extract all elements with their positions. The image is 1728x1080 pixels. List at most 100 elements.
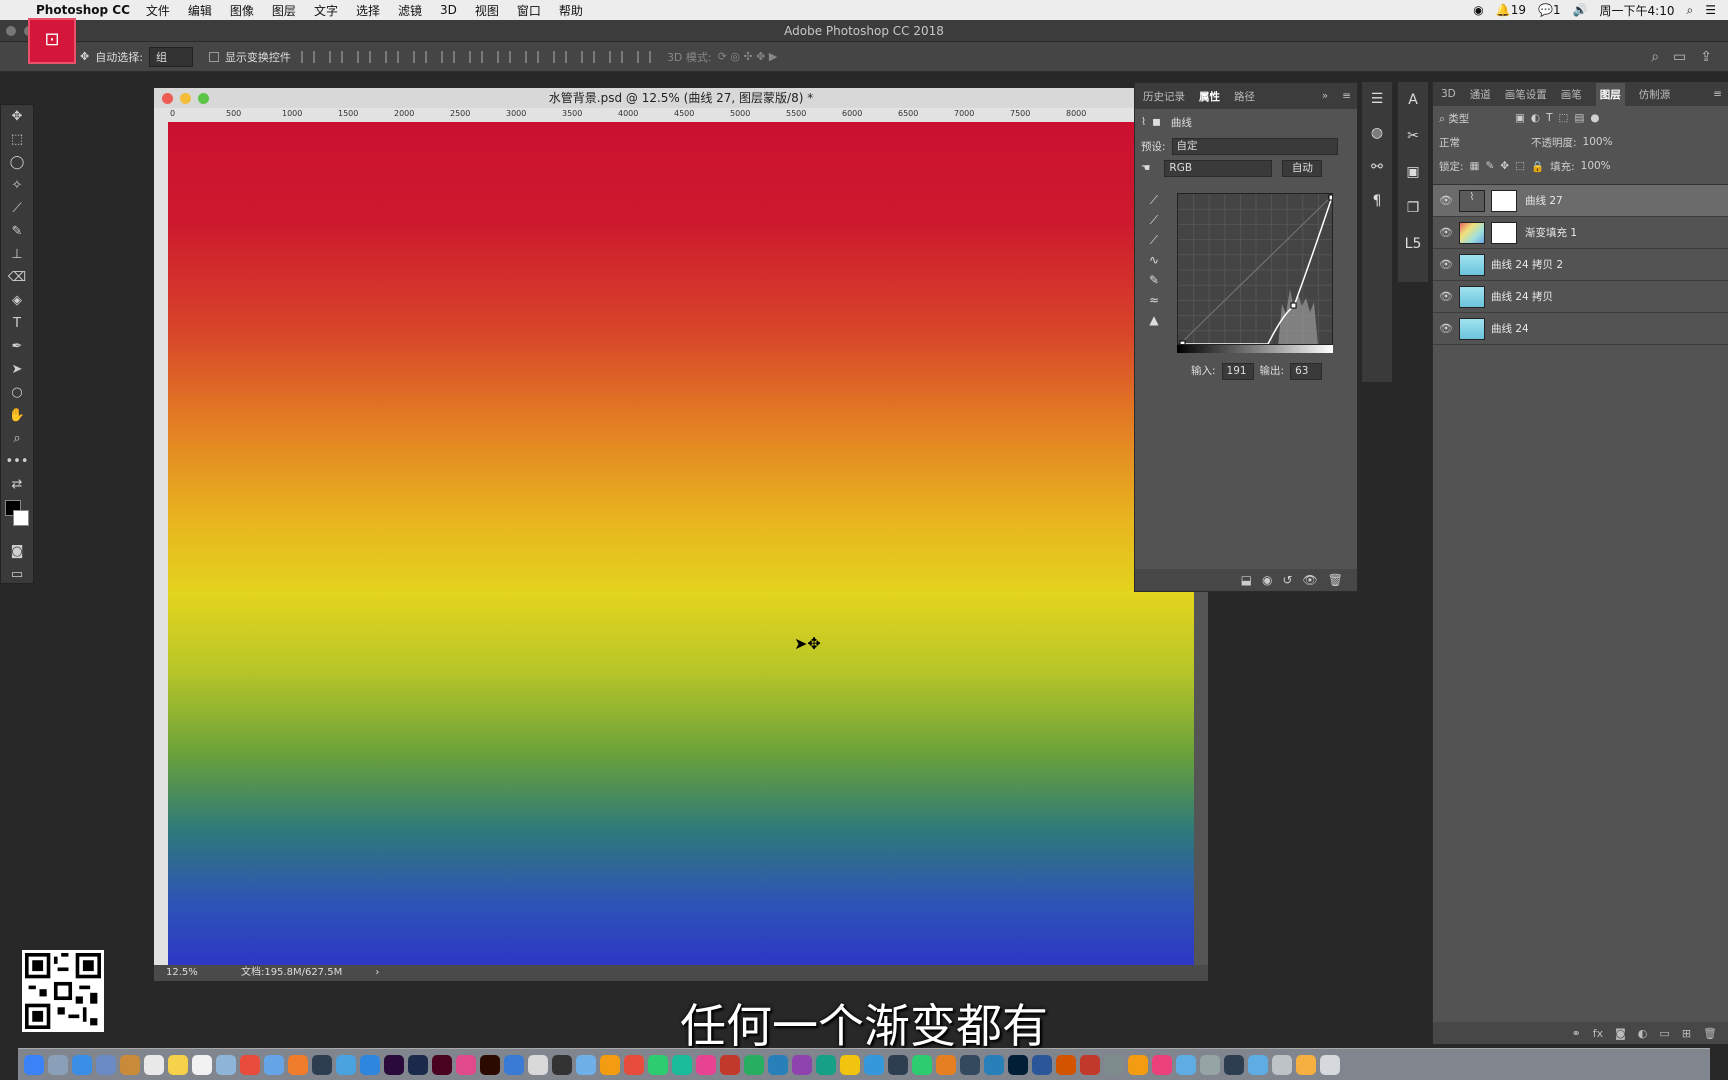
distribute-left-icon[interactable] [552, 50, 567, 63]
delete-icon[interactable]: 🗑 [1328, 573, 1343, 587]
clock[interactable]: 周一下午4:10 [1600, 2, 1675, 19]
photoshop-icon[interactable] [1008, 1054, 1028, 1075]
magic-wand-tool-icon[interactable]: ✧ [1, 174, 33, 197]
qq-penguin-icon[interactable] [576, 1054, 596, 1075]
search-icon[interactable]: ⌕ [1687, 3, 1694, 18]
curves-graph[interactable] [1177, 193, 1333, 345]
network-icon[interactable]: ⚯ [1362, 150, 1392, 184]
illustrator-icon[interactable] [480, 1054, 500, 1075]
align-top-icon[interactable] [300, 50, 315, 63]
stickies-icon[interactable] [168, 1054, 188, 1075]
wechat-app-icon[interactable] [648, 1054, 668, 1075]
collapse-icon[interactable]: » [1322, 90, 1328, 102]
applications-folder-icon[interactable] [1296, 1054, 1316, 1075]
filter-shape-icon[interactable]: ⬚ [1559, 112, 1569, 124]
distribute-right-icon[interactable] [608, 50, 623, 63]
tab-paths[interactable]: 路径 [1234, 89, 1255, 104]
documents-folder-icon[interactable] [1272, 1054, 1292, 1075]
magenta-app-icon[interactable] [696, 1054, 716, 1075]
mail-icon[interactable] [864, 1054, 884, 1075]
output-field[interactable]: 63 [1290, 363, 1323, 380]
eraser-tool-icon[interactable]: ⌫ [1, 266, 33, 289]
more-tools-icon[interactable]: ••• [1, 450, 33, 473]
finder-icon[interactable] [24, 1054, 44, 1075]
clip-to-layer-icon[interactable]: ⬓ [1241, 573, 1252, 587]
app-menu[interactable]: Photoshop CC [36, 3, 130, 17]
search-icon[interactable]: ⌕ [1651, 49, 1659, 65]
stamp-tool-icon[interactable]: ⊥ [1, 243, 33, 266]
document-canvas[interactable]: ➤✥ [168, 122, 1194, 965]
firefox-icon[interactable] [288, 1054, 308, 1075]
view-previous-icon[interactable]: ◉ [1262, 573, 1272, 587]
swap-colors-icon[interactable]: ⇄ [1, 473, 33, 496]
curves-adjust-icon[interactable]: ⌇ [1141, 116, 1146, 128]
tab-channels[interactable]: 通道 [1470, 87, 1491, 102]
green-app-icon[interactable] [744, 1054, 764, 1075]
blend-mode-dropdown[interactable]: 正常 [1439, 135, 1525, 150]
tab-history[interactable]: 历史记录 [1143, 89, 1185, 104]
filter-adjust-icon[interactable]: ◐ [1531, 112, 1540, 124]
distribute-middle-icon[interactable] [496, 50, 511, 63]
character-icon[interactable]: A [1398, 82, 1428, 118]
input-field[interactable]: 191 [1221, 363, 1254, 380]
library-icon[interactable]: ▣ [1398, 154, 1428, 190]
orbit-3d-icon[interactable]: ⟳ ◎ ✣ ✥ ▶ [718, 50, 778, 63]
wechat-icon[interactable]: 💬1 [1538, 3, 1561, 17]
quick-mask-icon[interactable]: ◙ [1, 540, 33, 563]
photos-app-icon[interactable] [216, 1054, 236, 1075]
layer-mask-thumbnail[interactable] [1491, 189, 1517, 212]
align-left-icon[interactable] [384, 50, 399, 63]
vertical-ruler[interactable] [154, 122, 168, 965]
maps-icon[interactable] [816, 1054, 836, 1075]
clipping-warning-icon[interactable]: ▲ [1139, 313, 1169, 333]
gray-app-icon[interactable] [1104, 1054, 1124, 1075]
auto-align-icon[interactable] [636, 50, 651, 63]
white-point-eyedropper-icon[interactable]: ⟋ [1139, 233, 1169, 253]
filter-toggle-icon[interactable]: ● [1590, 112, 1599, 124]
eye-icon[interactable]: 👁 [1433, 290, 1459, 303]
lightroom-app-icon[interactable] [408, 1054, 428, 1075]
qq-icon[interactable]: 🔔19 [1496, 3, 1526, 17]
hand-tool-icon[interactable]: ✋ [1, 404, 33, 427]
draw-curve-icon[interactable]: ✎ [1139, 273, 1169, 293]
red-app-icon[interactable] [624, 1054, 644, 1075]
archive-icon[interactable] [528, 1054, 548, 1075]
filter-pixel-icon[interactable]: ▣ [1515, 112, 1525, 124]
menu-type[interactable]: 文字 [314, 2, 338, 19]
smooth-curve-icon[interactable]: ≈ [1139, 293, 1169, 313]
xmind-icon[interactable] [720, 1054, 740, 1075]
background-color[interactable] [13, 510, 29, 526]
eye-icon[interactable]: 👁 [1433, 226, 1459, 239]
gray-point-eyedropper-icon[interactable]: ⟋ [1139, 213, 1169, 233]
menu-edit[interactable]: 编辑 [188, 2, 212, 19]
minimize-icon[interactable] [180, 93, 191, 104]
layer-name[interactable]: 曲线 24 拷贝 2 [1491, 257, 1563, 272]
blue-app-icon[interactable] [768, 1054, 788, 1075]
align-bottom-icon[interactable] [356, 50, 371, 63]
edit-points-icon[interactable]: ∿ [1139, 253, 1169, 273]
menu-3d[interactable]: 3D [440, 3, 457, 17]
tab-brushes[interactable]: 画笔 [1561, 87, 1582, 102]
new-adjustment-icon[interactable]: ◐ [1638, 1027, 1648, 1040]
auto-select-dropdown[interactable]: 组 [148, 46, 193, 67]
adjustments-icon[interactable]: ◍ [1362, 116, 1392, 150]
align-right-icon[interactable] [440, 50, 455, 63]
menu-file[interactable]: 文件 [146, 2, 170, 19]
menu-window[interactable]: 窗口 [517, 2, 541, 19]
sketch-icon[interactable] [600, 1054, 620, 1075]
workspace-icon[interactable]: ▭ [1673, 49, 1686, 65]
settings-app-icon[interactable] [1200, 1054, 1220, 1075]
wechat-dock-icon[interactable] [912, 1054, 932, 1075]
layer-name[interactable]: 曲线 24 拷贝 [1491, 289, 1553, 304]
reset-icon[interactable]: ↺ [1282, 573, 1292, 587]
menu-list-icon[interactable]: ☰ [1705, 3, 1716, 17]
zoom-level[interactable]: 12.5% [166, 967, 198, 978]
downloads-folder-icon[interactable] [1248, 1054, 1268, 1075]
music-app-icon[interactable] [312, 1054, 332, 1075]
dark-app-icon[interactable] [888, 1054, 908, 1075]
mask-icon[interactable]: ◼ [1152, 116, 1161, 128]
tools-icon[interactable]: ✂ [1398, 118, 1428, 154]
layer-name[interactable]: 渐变填充 1 [1525, 225, 1577, 240]
new-group-icon[interactable]: ▭ [1659, 1027, 1669, 1040]
steam-icon[interactable] [552, 1054, 572, 1075]
